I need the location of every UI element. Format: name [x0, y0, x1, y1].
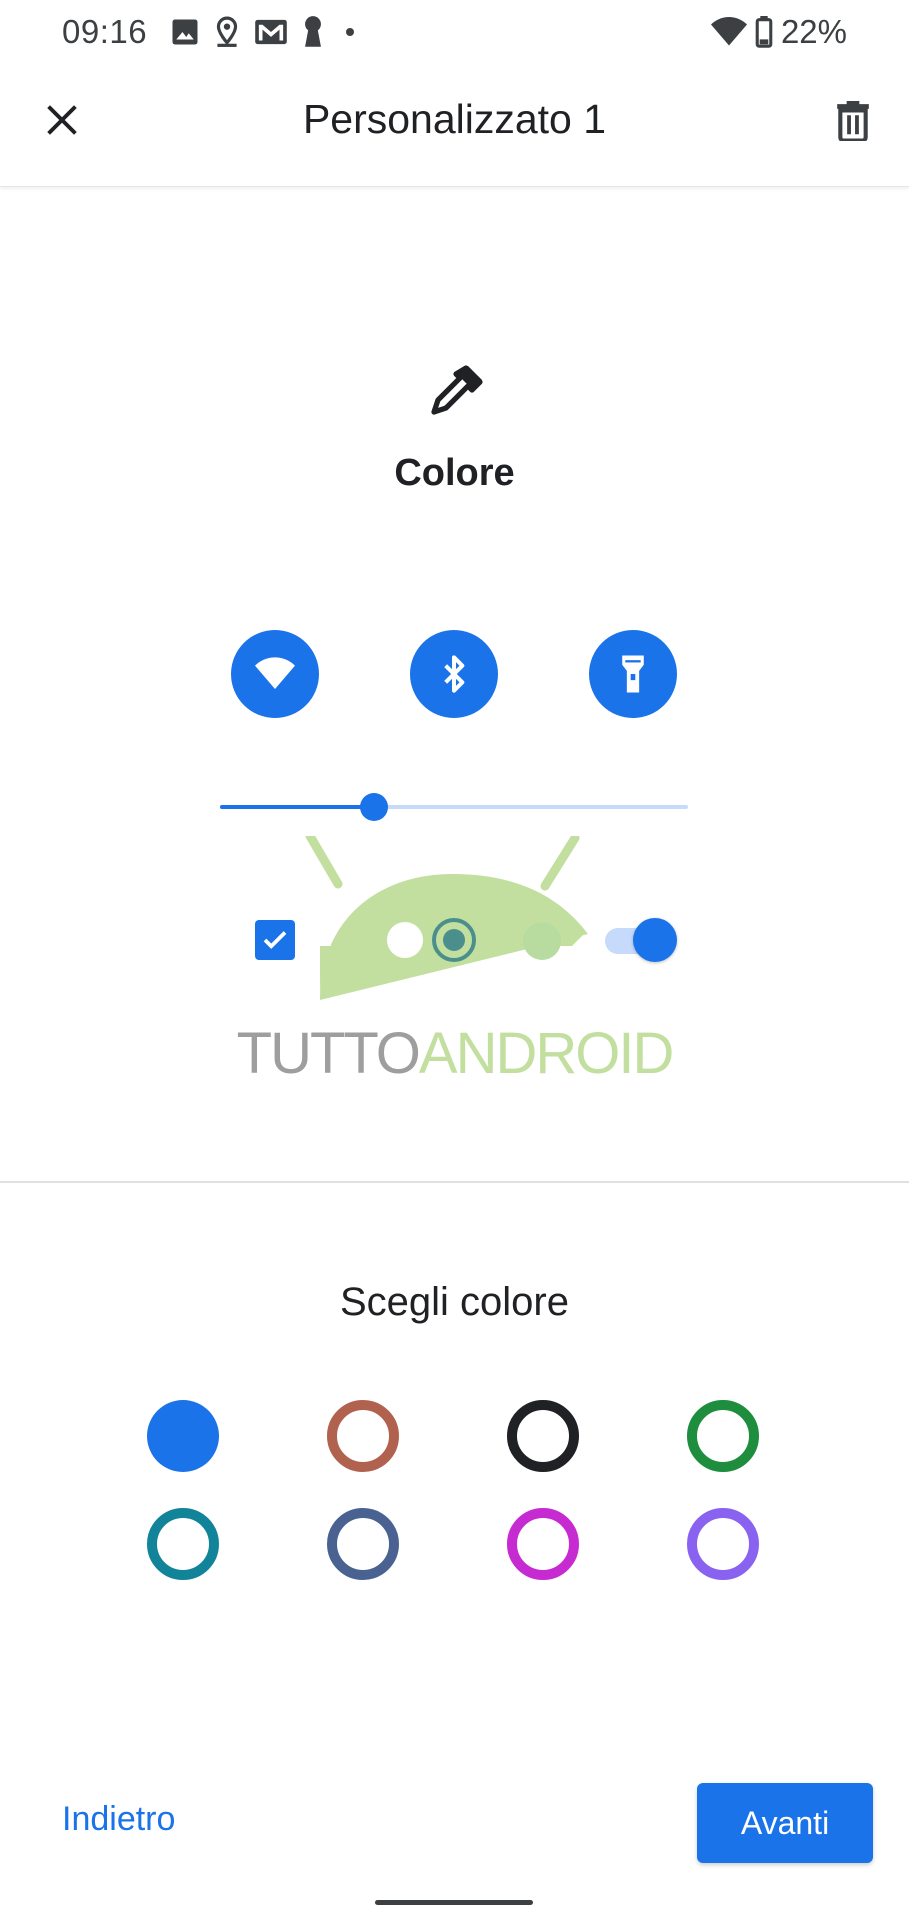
color-swatch-purple[interactable]: [687, 1508, 759, 1580]
bluetooth-icon: [444, 655, 465, 693]
check-icon: [263, 931, 287, 949]
watermark-text: TUTTOANDROID: [0, 1020, 909, 1087]
bluetooth-tile: [410, 630, 498, 718]
preview-checkbox: [255, 920, 295, 960]
preview-radio-selected: [432, 918, 476, 962]
color-swatch-teal[interactable]: [147, 1508, 219, 1580]
gmail-icon: [255, 19, 287, 45]
preview-radio-disabled: [523, 922, 561, 960]
location-icon: [216, 16, 238, 47]
gesture-nav-handle[interactable]: [375, 1900, 533, 1905]
delete-button[interactable]: [827, 94, 879, 146]
preview-radio-unselected: [387, 922, 423, 958]
watermark-text-part2: ANDROID: [418, 1021, 674, 1086]
preview-slider: [220, 793, 688, 821]
battery-icon: [755, 16, 773, 48]
section-title: Colore: [394, 452, 515, 494]
wifi-icon: [710, 17, 747, 46]
dot-icon: [346, 28, 354, 36]
color-swatch-magenta[interactable]: [507, 1508, 579, 1580]
color-swatch-slate[interactable]: [327, 1508, 399, 1580]
flashlight-icon: [622, 655, 644, 693]
color-picker-title: Scegli colore: [339, 1280, 569, 1324]
trash-icon: [837, 101, 869, 141]
eyedropper-icon: [431, 365, 483, 415]
app-bar: Personalizzato 1: [0, 66, 909, 187]
next-button[interactable]: Avanti: [697, 1783, 873, 1863]
flashlight-tile: [589, 630, 677, 718]
color-swatch-green[interactable]: [687, 1400, 759, 1472]
keyhole-icon: [305, 16, 321, 47]
page-title: Personalizzato 1: [302, 96, 607, 142]
slider-fill: [220, 805, 375, 809]
status-notification-icons: [170, 14, 362, 50]
toggle-thumb: [633, 918, 677, 962]
status-time: 09:16: [62, 13, 148, 50]
watermark-text-part1: TUTTO: [236, 1021, 421, 1086]
color-swatch-brown[interactable]: [327, 1400, 399, 1472]
wifi-icon: [255, 657, 295, 689]
wifi-tile: [231, 630, 319, 718]
battery-percentage: 22%: [780, 13, 847, 50]
status-bar: 09:16 22%: [0, 0, 909, 66]
slider-thumb: [360, 793, 389, 821]
divider: [0, 1181, 909, 1183]
color-swatch-black[interactable]: [507, 1400, 579, 1472]
image-icon: [172, 19, 198, 45]
color-swatch-blue[interactable]: [147, 1400, 219, 1472]
status-system-icons: 22%: [710, 13, 847, 51]
preview-toggle: [605, 918, 677, 962]
back-button[interactable]: Indietro: [62, 1800, 175, 1839]
